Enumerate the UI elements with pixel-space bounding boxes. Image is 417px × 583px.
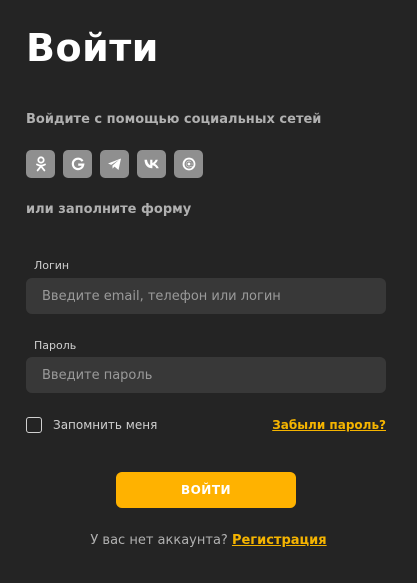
vk-button[interactable] [137, 150, 166, 178]
register-prompt: У вас нет аккаунта? Регистрация [0, 533, 417, 548]
vk-icon [144, 159, 159, 169]
remember-label: Запомнить меня [53, 418, 158, 432]
forgot-password-link[interactable]: Забыли пароль? [272, 418, 386, 432]
form-caption: или заполните форму [26, 202, 192, 217]
register-prompt-text: У вас нет аккаунта? [90, 533, 228, 548]
odnoklassniki-button[interactable] [26, 150, 55, 178]
remember-checkbox[interactable] [26, 417, 42, 433]
social-caption: Войдите с помощью социальных сетей [26, 112, 322, 127]
mailru-button[interactable] [174, 150, 203, 178]
login-panel: Войти Войдите с помощью социальных сетей [0, 0, 417, 583]
social-buttons [26, 150, 203, 178]
login-input[interactable] [26, 278, 386, 314]
telegram-icon [108, 158, 121, 170]
mailru-icon [182, 157, 195, 171]
login-button[interactable]: ВОЙТИ [116, 472, 296, 508]
password-input[interactable] [26, 357, 386, 393]
password-label: Пароль [34, 339, 77, 352]
page-title: Войти [26, 26, 159, 70]
register-link[interactable]: Регистрация [232, 533, 327, 548]
google-icon [71, 157, 84, 171]
telegram-button[interactable] [100, 150, 129, 178]
remember-me[interactable]: Запомнить меня [26, 417, 157, 433]
odnoklassniki-icon [35, 156, 46, 172]
google-button[interactable] [63, 150, 92, 178]
login-label: Логин [34, 259, 70, 272]
